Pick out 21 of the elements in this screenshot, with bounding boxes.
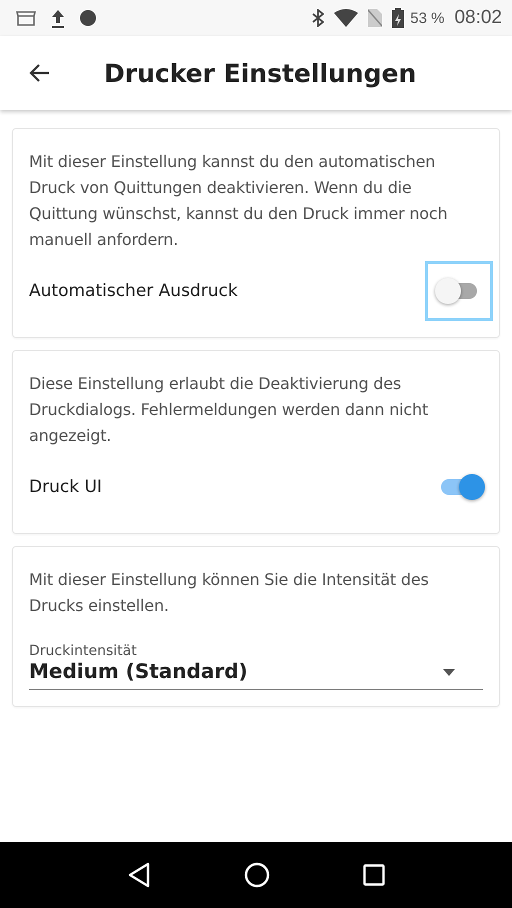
setting-description: Mit dieser Einstellung kannst du den automatischen Druck von Quittungen deaktivieren. Wenn du die Quittung wünschst, kannst du den Druck immer noch manuell anfordern.: [29, 151, 448, 251]
home-icon[interactable]: [244, 862, 270, 888]
recents-icon[interactable]: [363, 864, 386, 886]
upload-icon: [50, 8, 66, 28]
toggle-switch[interactable]: [425, 261, 493, 321]
battery-percent: 53 %: [410, 10, 444, 26]
dot-icon: [80, 10, 96, 26]
back-icon[interactable]: [126, 862, 151, 888]
clock: 08:02: [454, 7, 502, 29]
no-sim-icon: [368, 9, 382, 27]
store-icon: [16, 10, 36, 26]
bluetooth-icon: [312, 9, 324, 27]
setting-description: Mit dieser Einstellung können Sie die Intensität des Drucks einstellen.: [29, 569, 430, 617]
setting-label: Automatischer Ausdruck: [29, 281, 238, 301]
setting-description: Diese Einstellung erlaubt die Deaktivierung des Druckdialogs. Fehlermeldungen werden dann nicht angezeigt.: [29, 373, 430, 447]
caret-icon: [443, 669, 455, 676]
screen-title: Drucker Einstellungen: [104, 58, 416, 88]
battery-icon: [392, 8, 404, 28]
dropdown-field[interactable]: Druckintensität Medium (Standard): [29, 643, 483, 690]
setting-label: Druck UI: [29, 477, 102, 497]
wifi-icon: [334, 9, 358, 27]
